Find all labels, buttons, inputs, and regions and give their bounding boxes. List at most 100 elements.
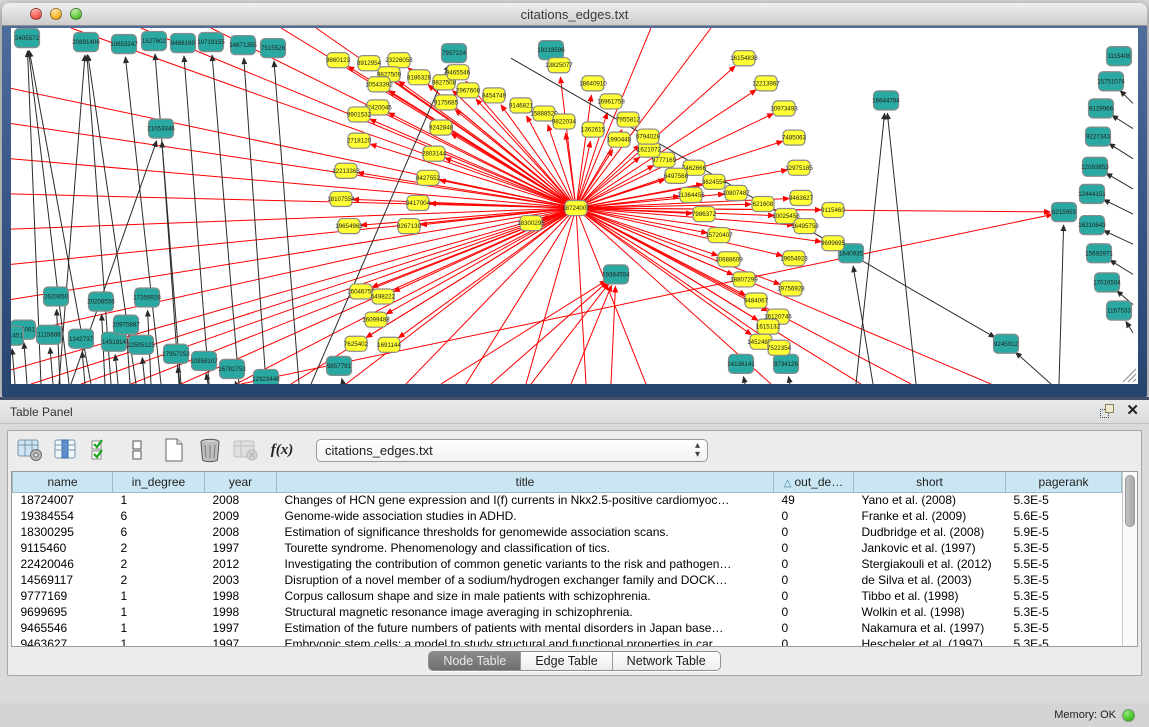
cited-node[interactable]: 3624554 <box>702 174 727 189</box>
hub-node[interactable]: 18724007 <box>562 200 590 215</box>
network-edge[interactable] <box>1016 352 1051 384</box>
column-header[interactable]: pagerank <box>1006 472 1122 492</box>
network-node[interactable]: 7515526 <box>261 39 286 58</box>
resize-grip[interactable] <box>1123 369 1136 382</box>
cited-node[interactable]: 8427552 <box>416 170 441 185</box>
close-panel-icon[interactable]: ✕ <box>1126 404 1139 418</box>
network-node[interactable]: 20206556 <box>87 292 115 311</box>
citation-edge[interactable] <box>11 208 576 300</box>
network-node[interactable]: 10958107 <box>190 351 218 370</box>
cited-node[interactable]: 9860123 <box>326 53 351 68</box>
window-titlebar[interactable]: citations_edges.txt <box>2 3 1147 26</box>
cited-node[interactable]: 9822034 <box>552 114 577 129</box>
cited-node[interactable]: 18807299 <box>730 272 758 287</box>
network-node[interactable]: 17957253 <box>162 344 190 363</box>
table-row[interactable]: 1830029562008Estimation of significance … <box>13 524 1122 540</box>
network-edge[interactable] <box>155 54 181 384</box>
citation-edge[interactable] <box>445 158 576 208</box>
cited-node[interactable]: 9699695 <box>821 236 846 251</box>
cited-node[interactable]: 21364456 <box>677 187 705 202</box>
cited-node[interactable]: 10543392 <box>365 77 393 92</box>
cited-node[interactable]: 16961758 <box>597 94 625 109</box>
citation-edge[interactable] <box>11 208 576 370</box>
cited-node[interactable]: 10807487 <box>722 185 750 200</box>
cited-node[interactable]: 9242848 <box>429 120 454 135</box>
network-edge[interactable] <box>744 377 745 384</box>
function-builder-button[interactable]: f(x) <box>268 436 296 464</box>
citation-edge[interactable] <box>358 173 576 208</box>
citation-edge[interactable] <box>560 77 576 208</box>
cited-node[interactable]: 9463627 <box>789 190 814 205</box>
network-node[interactable]: 21053346 <box>147 119 175 138</box>
vertical-scrollbar[interactable] <box>1122 472 1137 646</box>
network-node[interactable]: 2405572 <box>15 29 40 48</box>
cited-node[interactable]: 23226058 <box>385 53 413 68</box>
network-node[interactable]: 20891406 <box>72 33 100 52</box>
cited-node[interactable]: 18640910 <box>579 76 607 91</box>
cited-node[interactable]: 9115460 <box>821 202 845 217</box>
cited-node[interactable]: 16154838 <box>730 51 758 66</box>
network-node[interactable]: 8466160 <box>171 34 196 53</box>
network-node[interactable]: 10719155 <box>197 33 225 52</box>
cited-node[interactable]: 9484067 <box>744 293 769 308</box>
network-node[interactable]: 10975887 <box>112 315 140 334</box>
network-node[interactable]: 9129966 <box>1089 99 1114 118</box>
cited-node[interactable]: 7986372 <box>692 207 717 222</box>
network-node[interactable]: 12505125 <box>127 335 155 354</box>
tab-node-table[interactable]: Node Table <box>429 652 521 670</box>
network-edge[interactable] <box>1106 173 1133 189</box>
network-node[interactable]: 14136141 <box>727 354 755 373</box>
network-edge[interactable] <box>235 382 236 384</box>
network-canvas-area[interactable]: 2405572208914061065324715276028466160107… <box>11 28 1138 384</box>
table-row[interactable]: 1456911722003Disruption of a novel membe… <box>13 572 1122 588</box>
citation-edge[interactable] <box>531 284 609 384</box>
cited-node[interactable]: 2718120 <box>347 133 372 148</box>
cited-node[interactable]: 13825077 <box>545 58 573 73</box>
network-node[interactable]: 9734126 <box>774 354 799 373</box>
cited-node[interactable]: 19756928 <box>777 281 805 296</box>
network-node[interactable]: 17359928 <box>133 288 161 307</box>
network-edge[interactable] <box>789 377 790 384</box>
network-edge[interactable] <box>1126 322 1133 333</box>
cited-node[interactable]: 19654923 <box>780 251 808 266</box>
column-header[interactable]: year <box>205 472 277 492</box>
scrollbar-thumb[interactable] <box>1125 475 1135 527</box>
cited-node[interactable]: 19654963 <box>335 219 363 234</box>
cited-node[interactable]: 2967608 <box>456 83 481 98</box>
network-node[interactable]: 1115688 <box>37 325 62 344</box>
cited-node[interactable]: 7955812 <box>616 112 641 127</box>
network-node[interactable]: 1167533 <box>1107 301 1132 320</box>
table-row[interactable]: 911546021997Tourette syndrome. Phenomeno… <box>13 540 1122 556</box>
citation-edge[interactable] <box>71 28 576 208</box>
network-edge[interactable] <box>887 113 916 384</box>
cited-node[interactable]: 12213363 <box>332 163 360 178</box>
network-node[interactable]: 15692971 <box>1085 244 1113 263</box>
network-node[interactable]: 12444151 <box>1078 184 1106 203</box>
table-row[interactable]: 2242004622012Investigating the contribut… <box>13 556 1122 572</box>
network-node[interactable]: 8215955 <box>1052 202 1077 221</box>
network-node[interactable]: 19218596 <box>537 41 565 60</box>
cited-node[interactable]: 7625402 <box>344 336 369 351</box>
cited-node[interactable]: 1615132 <box>756 319 781 334</box>
cited-node[interactable]: 8186328 <box>407 70 432 85</box>
new-column-button[interactable] <box>160 436 188 464</box>
show-selected-rows-button[interactable] <box>88 436 116 464</box>
cited-node[interactable]: 621608 <box>752 196 774 211</box>
row-height-button[interactable] <box>124 436 152 464</box>
network-node[interactable]: 1342737 <box>69 329 94 348</box>
network-edge[interactable] <box>212 55 239 384</box>
citation-edge[interactable] <box>11 208 576 229</box>
network-edge[interactable] <box>1120 91 1133 104</box>
network-node[interactable]: 9857791 <box>327 356 352 375</box>
network-edge[interactable] <box>115 355 118 384</box>
network-node[interactable]: 17016504 <box>1093 273 1121 292</box>
cited-node[interactable]: 18300295 <box>517 216 545 231</box>
network-edge[interactable] <box>274 61 299 384</box>
cited-node[interactable]: 8454749 <box>482 88 507 103</box>
cited-node[interactable]: 1990448 <box>607 132 632 147</box>
cited-node[interactable]: 8912954 <box>357 56 382 71</box>
table-select-dropdown[interactable]: citations_edges.txt ▴▾ <box>316 439 708 462</box>
cited-node[interactable]: 9465546 <box>446 65 471 80</box>
table-row[interactable]: 977716911998Corpus callosum shape and si… <box>13 588 1122 604</box>
network-edge[interactable] <box>853 266 873 384</box>
